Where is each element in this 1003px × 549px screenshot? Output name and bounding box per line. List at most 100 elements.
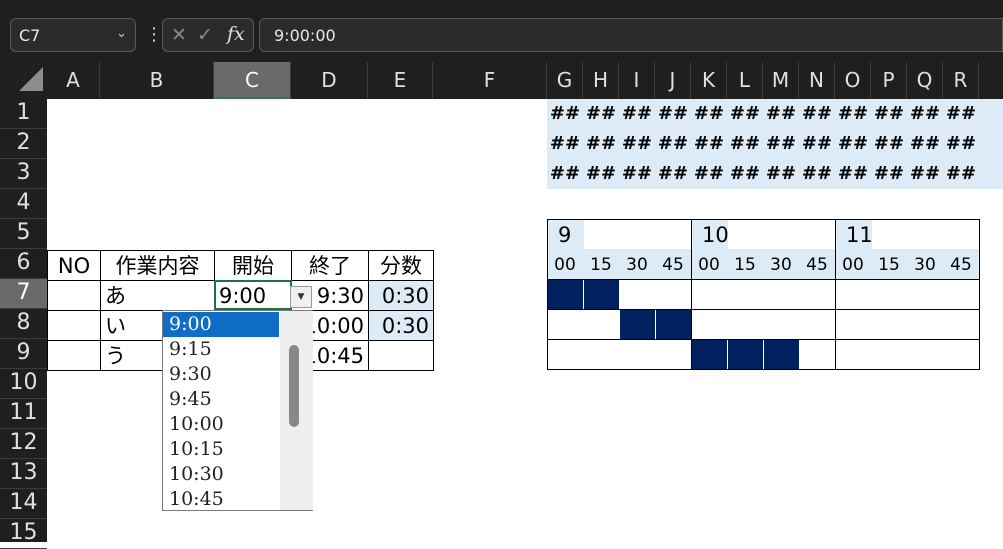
column-header-p[interactable]: P	[871, 62, 907, 99]
column-header-l[interactable]: L	[727, 62, 763, 99]
hash-cell: ##	[729, 133, 761, 154]
row-header-9[interactable]: 9	[0, 339, 47, 369]
more-icon[interactable]: ⋮	[145, 24, 163, 45]
chevron-down-icon[interactable]: ⌄	[116, 26, 127, 41]
hash-cell: ##	[909, 163, 941, 184]
column-header-n[interactable]: N	[799, 62, 835, 99]
gantt-filled-slot	[692, 340, 727, 369]
active-cell-border	[214, 280, 292, 310]
gantt-filled-slot	[584, 280, 619, 309]
gantt-filled-slot	[620, 310, 655, 339]
row-header-15[interactable]: 15	[0, 519, 47, 549]
gantt-quarter-label: 00	[698, 255, 720, 275]
column-header-i[interactable]: I	[619, 62, 655, 99]
column-header-c[interactable]: C	[214, 62, 291, 99]
gantt-row	[547, 339, 692, 370]
dropdown-option[interactable]: 10:45	[163, 487, 279, 512]
hash-cell: ##	[765, 103, 797, 124]
table-cell-minutes[interactable]: 0:30	[368, 310, 434, 341]
table-header: NO	[47, 250, 101, 281]
table-cell-task[interactable]: あ	[100, 280, 215, 311]
gantt-filled-slot	[728, 340, 763, 369]
row-header-4[interactable]: 4	[0, 189, 47, 219]
row-header-13[interactable]: 13	[0, 459, 47, 489]
hash-cell: ##	[657, 103, 689, 124]
column-header-m[interactable]: M	[763, 62, 799, 99]
hash-cell: ##	[621, 103, 653, 124]
dropdown-option[interactable]: 9:45	[163, 387, 279, 412]
dropdown-scroll-thumb[interactable]	[289, 345, 299, 427]
hash-cell: ##	[549, 103, 581, 124]
row-header-2[interactable]: 2	[0, 129, 47, 159]
hash-cell: ##	[801, 163, 833, 184]
column-header-j[interactable]: J	[655, 62, 691, 99]
gantt-quarter-label: 45	[662, 255, 684, 275]
gantt-quarter-label: 00	[554, 255, 576, 275]
column-header-e[interactable]: E	[368, 62, 433, 99]
column-header-g[interactable]: G	[547, 62, 583, 99]
row-header-11[interactable]: 11	[0, 399, 47, 429]
gantt-quarter-label: 15	[878, 255, 900, 275]
gantt-quarter-label: 15	[590, 255, 612, 275]
row-header-6[interactable]: 6	[0, 249, 47, 279]
gantt-quarter-label: 30	[626, 255, 648, 275]
cancel-icon[interactable]: ✕	[171, 24, 187, 46]
dropdown-option[interactable]: 9:00	[163, 312, 279, 337]
column-header-b[interactable]: B	[100, 62, 214, 99]
hash-cell: ##	[909, 103, 941, 124]
dropdown-list[interactable]: 9:00 9:15 9:30 9:45 10:00 10:15 10:30 10:45	[162, 310, 313, 511]
hash-cell: ##	[837, 103, 869, 124]
gantt-filled-slot	[656, 310, 691, 339]
formula-input[interactable]: 9:00:00	[259, 18, 1003, 52]
table-header: 終了	[291, 250, 369, 281]
dropdown-option[interactable]: 10:00	[163, 412, 279, 437]
gantt-quarter-label: 00	[842, 255, 864, 275]
table-header: 開始	[214, 250, 292, 281]
dropdown-option[interactable]: 10:15	[163, 437, 279, 462]
gantt-quarter-label: 45	[950, 255, 972, 275]
row-header-3[interactable]: 3	[0, 159, 47, 189]
row-header-7[interactable]: 7	[0, 279, 47, 309]
table-cell-no[interactable]	[47, 310, 101, 341]
column-header-a[interactable]: A	[47, 62, 100, 99]
row-header-5[interactable]: 5	[0, 219, 47, 249]
insert-function-icon[interactable]: fx	[227, 23, 245, 45]
column-header-o[interactable]: O	[835, 62, 871, 99]
gantt-filled-slot	[548, 280, 583, 309]
dropdown-option[interactable]: 10:30	[163, 462, 279, 487]
dropdown-arrow-button[interactable]: ▼	[290, 286, 312, 308]
hash-cell: ##	[801, 133, 833, 154]
hash-cell: ##	[873, 103, 905, 124]
gantt-row	[835, 279, 980, 310]
dropdown-option[interactable]: 9:30	[163, 362, 279, 387]
gantt-row	[691, 309, 836, 340]
row-header-10[interactable]: 10	[0, 369, 47, 399]
hash-cell: ##	[729, 163, 761, 184]
hash-cell: ##	[585, 103, 617, 124]
hash-cell: ##	[657, 163, 689, 184]
column-header-q[interactable]: Q	[907, 62, 943, 99]
enter-icon[interactable]: ✓	[197, 24, 213, 46]
hash-cell: ##	[549, 133, 581, 154]
hash-cell: ##	[801, 103, 833, 124]
gantt-row	[835, 309, 980, 340]
table-cell-minutes[interactable]: 0:30	[368, 280, 434, 311]
column-header-d[interactable]: D	[291, 62, 368, 99]
row-header-8[interactable]: 8	[0, 309, 47, 339]
column-header-f[interactable]: F	[433, 62, 547, 99]
dropdown-option[interactable]: 9:15	[163, 337, 279, 362]
table-cell-no[interactable]	[47, 280, 101, 311]
gantt-filled-slot	[764, 340, 799, 369]
column-header-r[interactable]: R	[943, 62, 979, 99]
hash-cell: ##	[693, 103, 725, 124]
gantt-hour-label: 10	[692, 220, 729, 249]
hash-cell: ##	[657, 133, 689, 154]
hash-cell: ##	[729, 103, 761, 124]
column-header-h[interactable]: H	[583, 62, 619, 99]
row-header-14[interactable]: 14	[0, 489, 47, 519]
row-header-12[interactable]: 12	[0, 429, 47, 459]
table-cell-minutes[interactable]	[368, 340, 434, 371]
table-cell-no[interactable]	[47, 340, 101, 371]
column-header-k[interactable]: K	[691, 62, 727, 99]
row-header-1[interactable]: 1	[0, 99, 47, 129]
